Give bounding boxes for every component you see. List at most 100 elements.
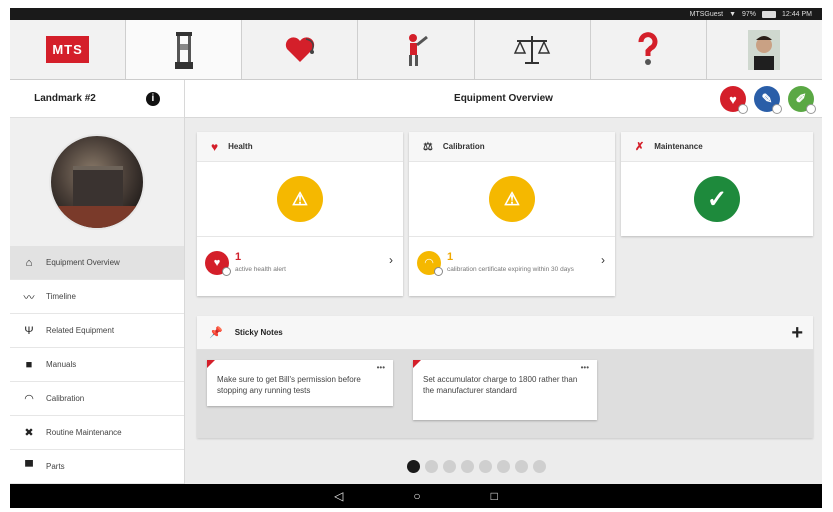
sticky-notes-panel: 📌 Sticky Notes + ••• Make sure to get Bi… [197, 316, 813, 438]
sidebar-item-label: Manuals [46, 360, 77, 369]
status-bar: MTSGuest ▼ 97% 12:44 PM [10, 8, 822, 20]
home-icon: ⌂ [25, 256, 33, 269]
sidebar-item-calibration[interactable]: ◠ Calibration [10, 382, 184, 416]
badge-icon [434, 266, 443, 276]
recents-icon[interactable]: □ [491, 489, 498, 503]
warning-icon: ⚠ [489, 176, 535, 222]
card-title: Health [228, 142, 253, 151]
question-mark-icon [638, 31, 658, 65]
sidebar-item-related-equipment[interactable]: Ψ Related Equipment [10, 314, 184, 348]
page-dot[interactable] [533, 460, 546, 473]
info-icon[interactable]: i [145, 91, 160, 106]
wrench-icon: ✎ [761, 91, 773, 106]
tools-icon: ✖ [24, 427, 34, 439]
app-body: Landmark #2 i ⌂ Equipment Overview 〰 Tim… [10, 80, 822, 484]
book-icon: ■ [25, 358, 33, 371]
maintenance-card-header: ✗ Maintenance [621, 132, 813, 162]
wifi-icon: ▼ [729, 10, 737, 18]
add-note-plus-button[interactable]: + [791, 322, 803, 345]
sidebar-item-label: Related Equipment [46, 326, 115, 335]
page-dot[interactable] [443, 460, 456, 473]
calibration-alert-count: 1 [447, 251, 454, 263]
plus-badge-icon [738, 104, 748, 114]
calibration-alert-row[interactable]: ◠ 1 calibration certificate expiring wit… [409, 236, 615, 288]
main-header: Equipment Overview ♥ ✎ ✐ [185, 80, 822, 118]
equipment-tab[interactable] [126, 20, 243, 79]
calibration-card-header: ⚖ Calibration [409, 132, 615, 162]
add-maintenance-button[interactable]: ✎ [754, 86, 782, 114]
note-text: Make sure to get Bill's permission befor… [217, 375, 361, 395]
heart-icon: ♥ [211, 139, 219, 154]
heart-icon: ♥ [729, 91, 737, 107]
equipment-photo [49, 134, 145, 230]
sidebar-item-equipment-overview[interactable]: ⌂ Equipment Overview [10, 246, 184, 280]
sidebar-item-manuals[interactable]: ■ Manuals [10, 348, 184, 382]
gauge-alert-icon: ◠ [417, 250, 443, 276]
page-indicator [407, 460, 546, 473]
maintenance-tab[interactable] [358, 20, 475, 79]
note-text: Set accumulator charge to 1800 rather th… [423, 375, 578, 395]
help-tab[interactable] [591, 20, 707, 79]
wrench-figure-icon [408, 33, 428, 66]
tablet-screen: MTSGuest ▼ 97% 12:44 PM MTS Landmark #2 … [10, 8, 822, 508]
calibration-alert-text: 1 calibration certificate expiring withi… [447, 251, 574, 274]
heart-stethoscope-icon [285, 36, 314, 62]
pushpin-icon: 📌 [209, 327, 223, 339]
page-dot[interactable] [515, 460, 528, 473]
sidebar-item-label: Equipment Overview [46, 258, 120, 267]
android-nav-bar: ◁ ○ □ [10, 484, 822, 508]
equipment-name: Landmark #2 [34, 93, 96, 104]
trend-line-icon: 〰 [23, 291, 35, 304]
balance-scale-icon: ⚖ [423, 141, 433, 153]
sticky-notes-header: 📌 Sticky Notes + [197, 316, 813, 350]
maintenance-card: ✗ Maintenance ✓ [621, 132, 813, 236]
sidebar-item-parts[interactable]: ▀ Parts [10, 450, 184, 484]
network-label: MTSGuest [689, 10, 724, 18]
card-title: Maintenance [654, 142, 703, 151]
battery-icon [762, 10, 777, 18]
sticky-notes-title: Sticky Notes [234, 328, 283, 337]
equipment-photo-area [10, 118, 184, 246]
top-navigation: MTS [10, 20, 822, 80]
health-card-header: ♥ Health [197, 132, 403, 162]
page-dot[interactable] [461, 460, 474, 473]
profile-tab[interactable] [707, 20, 822, 79]
note-menu-icon[interactable]: ••• [581, 362, 589, 373]
sidebar-item-routine-maintenance[interactable]: ✖ Routine Maintenance [10, 416, 184, 450]
page-dot[interactable] [479, 460, 492, 473]
home-logo-tab[interactable]: MTS [10, 20, 127, 79]
health-alert-count: 1 [235, 251, 242, 263]
cart-icon: ▀ [25, 460, 33, 473]
plus-badge-icon [806, 104, 816, 114]
note-corner-flag [207, 360, 215, 368]
sidebar-item-timeline[interactable]: 〰 Timeline [10, 280, 184, 314]
calibration-status: ⚠ [409, 162, 615, 236]
maintenance-status: ✓ [621, 162, 813, 236]
page-dot[interactable] [497, 460, 510, 473]
health-alert-text: 1 active health alert [235, 251, 286, 274]
load-frame-icon [174, 31, 193, 69]
add-health-alert-button[interactable]: ♥ [720, 86, 748, 114]
page-dot[interactable] [425, 460, 438, 473]
sidebar-item-label: Calibration [46, 394, 85, 403]
sidebar-item-label: Parts [46, 462, 65, 471]
add-note-button[interactable]: ✐ [788, 86, 816, 114]
wrench-figure-icon: ✗ [635, 141, 645, 153]
calibration-tab[interactable] [475, 20, 591, 79]
sticky-note[interactable]: ••• Set accumulator charge to 1800 rathe… [413, 360, 597, 420]
heart-alert-icon: ♥ [205, 250, 231, 276]
page-dot[interactable] [407, 460, 420, 473]
note-menu-icon[interactable]: ••• [377, 362, 385, 373]
health-tab[interactable] [242, 20, 359, 79]
screenshot-frame: MTSGuest ▼ 97% 12:44 PM MTS Landmark #2 … [0, 0, 833, 512]
balance-scale-icon [513, 35, 551, 64]
user-photo-icon [748, 29, 781, 70]
back-icon[interactable]: ◁ [334, 489, 343, 503]
sticky-note[interactable]: ••• Make sure to get Bill's permission b… [207, 360, 393, 406]
health-alert-row[interactable]: ♥ 1 active health alert › [197, 236, 403, 288]
sidebar-nav: ⌂ Equipment Overview 〰 Timeline Ψ Relate… [10, 246, 184, 484]
sidebar-item-label: Timeline [46, 292, 76, 301]
health-status: ⚠ [197, 162, 403, 236]
sidebar: Landmark #2 i ⌂ Equipment Overview 〰 Tim… [10, 80, 185, 484]
home-circle-icon[interactable]: ○ [413, 489, 420, 503]
